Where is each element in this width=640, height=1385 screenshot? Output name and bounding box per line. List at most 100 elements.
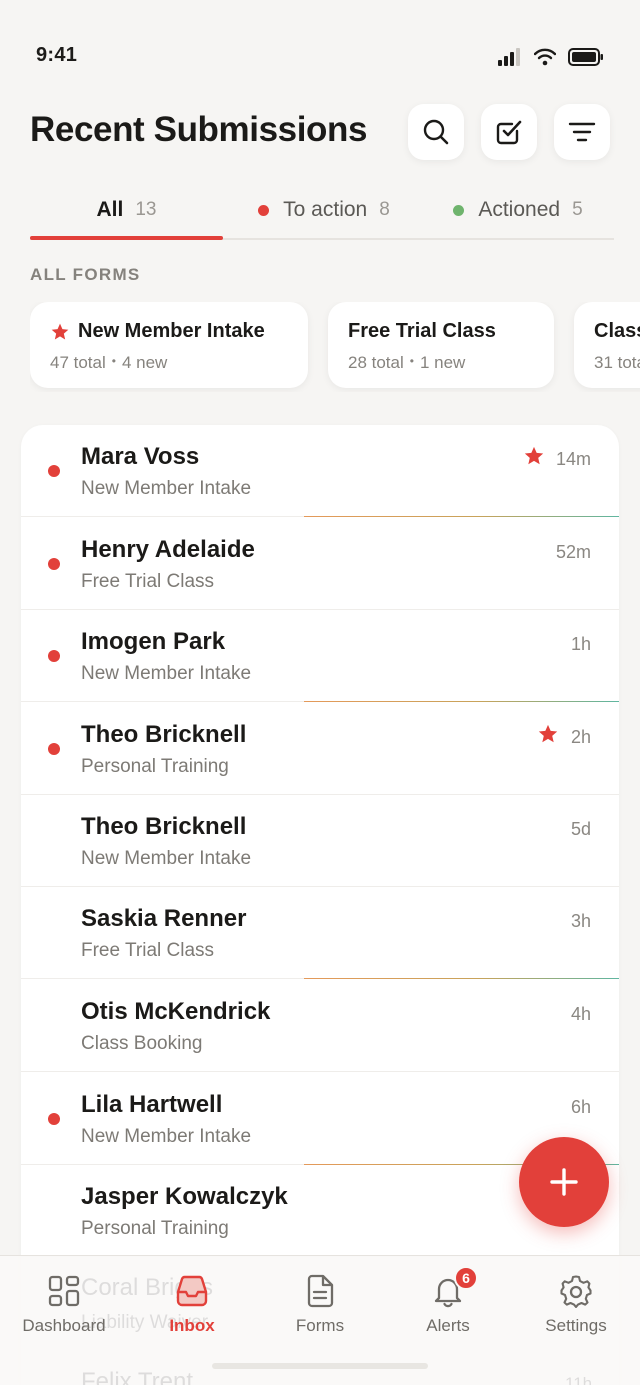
form-card-title: New Member Intake [50,320,288,343]
submission-row[interactable]: Saskia Renner Free Trial Class 3h [21,887,619,979]
form-card-new: 1 new [419,353,466,372]
form-name: New Member Intake [81,663,252,684]
form-card-title: Free Trial Class [348,320,534,343]
submitter-name: Mara Voss [81,443,200,470]
tab-label: Settings [545,1316,607,1335]
submitter-name: Henry Adelaide [81,536,255,563]
submission-time: 1h [570,634,591,654]
star-icon [538,724,558,743]
tab-label: To action [283,198,368,221]
submitter-name: Theo Bricknell [81,813,247,840]
tab-alerts[interactable]: 6 Alerts [384,1266,512,1336]
tab-label: Inbox [169,1316,215,1335]
tab-all[interactable]: All 13 [30,186,223,238]
new-submission-button[interactable] [519,1137,609,1227]
checkbox-icon [496,120,522,145]
separator: • [409,354,414,368]
actioned-dot-icon [453,205,465,216]
header: Recent Submissions [30,104,610,160]
form-card-meta: 28 total • 1 new [348,353,534,373]
search-icon [423,119,449,145]
form-name: New Member Intake [81,478,252,499]
tab-inbox[interactable]: Inbox [128,1274,256,1336]
submission-row[interactable]: Henry Adelaide Free Trial Class 52m [21,518,619,610]
submission-time: 2h [570,727,591,747]
ghost-row-name: Felix Trent [81,1368,194,1385]
select-button[interactable] [481,104,537,160]
tab-label: Forms [295,1316,345,1335]
form-name: Free Trial Class [81,571,215,592]
submission-row[interactable]: Otis McKendrick Class Booking 4h [21,980,619,1072]
wifi-icon [534,48,556,66]
submission-time: 5d [570,819,591,839]
form-card-title-text: New Member Intake [78,320,265,342]
home-indicator [212,1363,428,1369]
submitter-name: Imogen Park [81,628,226,655]
search-button[interactable] [408,104,464,160]
row-accent-line [304,516,619,517]
status-icons [498,48,604,66]
signal-icon [498,48,520,66]
tab-forms[interactable]: Forms [256,1274,384,1336]
inbox-icon [176,1275,208,1307]
status-time: 9:41 [36,44,78,66]
row-accent-line [304,978,619,979]
alerts-badge: 6 [454,1266,478,1290]
filter-icon [568,122,596,142]
tab-label: Dashboard [22,1316,106,1335]
tab-to-action[interactable]: To action 8 [226,186,422,238]
filter-button[interactable] [554,104,610,160]
form-card-title-text: Free Trial Class [348,320,496,342]
form-cards-carousel[interactable]: New Member Intake 47 total • 4 new Free Tr… [30,302,640,392]
plus-icon [550,1168,578,1196]
form-card-new-member-intake[interactable]: New Member Intake 47 total • 4 new [30,302,308,388]
form-card-meta: 47 total • 4 new [50,353,288,373]
segment-tabs: All 13 To action 8 Actioned 5 [30,186,614,240]
submission-row[interactable]: Theo Bricknell Personal Training 2h [21,703,619,795]
unread-dot-icon [48,558,60,570]
unread-dot-icon [48,650,60,662]
form-card-total: 47 total [50,353,106,372]
page-title: Recent Submissions [30,110,368,149]
tab-actioned[interactable]: Actioned 5 [422,186,614,238]
unread-dot-icon [48,743,60,755]
document-icon [307,1274,334,1308]
submission-time: 3h [570,911,591,931]
battery-icon [568,48,603,66]
bottom-tab-bar: Coral Briggs Liability Waiver Felix Tren… [0,1255,640,1385]
ghost-row-time: 11h [565,1374,593,1385]
form-card-class-booking[interactable]: Class Booking 31 total [574,302,640,388]
form-name: Personal Training [81,756,229,777]
form-name: Personal Training [81,1218,229,1239]
tab-count: 13 [135,199,157,220]
tab-count: 8 [379,199,390,220]
submission-row[interactable]: Theo Bricknell New Member Intake 5d [21,795,619,887]
tab-settings[interactable]: Settings [512,1274,640,1336]
star-icon [51,323,69,339]
dashboard-icon [48,1275,80,1307]
submission-time: 4h [570,1004,591,1024]
submitter-name: Saskia Renner [81,905,247,932]
form-name: New Member Intake [81,1126,252,1147]
form-card-new: 4 new [121,353,168,372]
submitter-name: Theo Bricknell [81,721,247,748]
tab-dashboard[interactable]: Dashboard [0,1274,128,1336]
form-card-total: 31 total [594,353,640,372]
active-tab-indicator [30,236,223,240]
submitter-name: Lila Hartwell [81,1091,223,1118]
submission-list[interactable]: Mara Voss New Member Intake 14m Henry Ad… [21,425,619,1385]
tab-label: All [96,198,124,221]
submission-row[interactable]: Imogen Park New Member Intake 1h [21,610,619,702]
submitter-name: Jasper Kowalczyk [81,1183,288,1210]
form-card-title-text: Class Booking [594,320,640,342]
submission-row[interactable]: Mara Voss New Member Intake 14m [21,425,619,517]
form-card-meta: 31 total [594,353,640,373]
form-card-title: Class Booking [594,320,640,343]
form-name: New Member Intake [81,848,252,869]
unread-dot-icon [48,1113,60,1125]
row-accent-line [304,701,619,702]
form-card-free-trial-class[interactable]: Free Trial Class 28 total • 1 new [328,302,554,388]
form-name: Free Trial Class [81,940,215,961]
status-bar: 9:41 [0,0,640,100]
unread-dot-icon [48,465,60,477]
